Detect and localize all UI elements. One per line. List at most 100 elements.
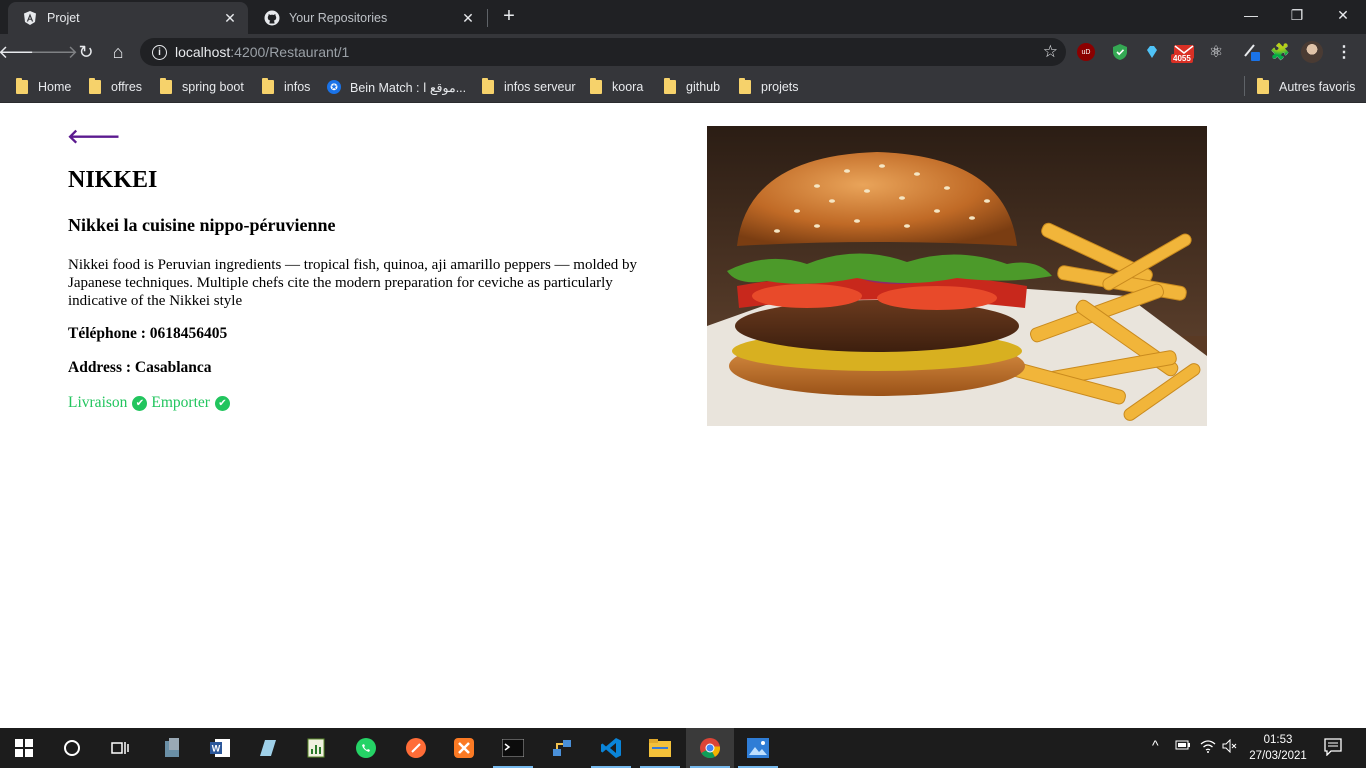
- bookmark-label: infos: [284, 80, 311, 94]
- ublock-icon[interactable]: uD: [1077, 43, 1095, 61]
- folder-icon: [1257, 78, 1269, 94]
- bookmark-offres[interactable]: offres: [89, 77, 142, 97]
- tab-your-repositories[interactable]: Your Repositories ✕: [250, 2, 486, 34]
- folder-icon: [664, 78, 676, 94]
- bookmark-label: koora: [612, 80, 644, 94]
- shield-icon[interactable]: [1109, 41, 1131, 63]
- browser-toolbar: 🡐 🡒 ↻ ⌂ i localhost:4200/Restaurant/1 ☆ …: [0, 34, 1366, 70]
- address-bar[interactable]: i localhost:4200/Restaurant/1 ☆: [140, 38, 1066, 66]
- tab-title: Your Repositories: [289, 11, 388, 25]
- chrome-icon[interactable]: [686, 728, 734, 768]
- bookmark-home[interactable]: Home: [16, 77, 71, 97]
- battery-icon[interactable]: [1175, 739, 1191, 754]
- terminal-icon[interactable]: [489, 728, 537, 768]
- back-arrow-icon[interactable]: 🡐: [67, 127, 121, 147]
- svg-text:W: W: [212, 744, 221, 754]
- tab-projet[interactable]: Projet ✕: [8, 2, 248, 34]
- bookmark-star-icon[interactable]: ☆: [1043, 42, 1058, 62]
- forward-arrow-icon[interactable]: 🡒: [30, 38, 78, 66]
- clock-date: 27/03/2021: [1249, 750, 1307, 762]
- service-livraison: Livraison: [68, 394, 128, 411]
- bookmark-label: projets: [761, 80, 799, 94]
- bookmarks-divider: [1244, 76, 1245, 96]
- extension-badge: 4055: [1171, 54, 1193, 63]
- restaurant-subtitle: Nikkei la cuisine nippo-péruvienne: [68, 215, 336, 235]
- search-circle-icon[interactable]: [48, 728, 96, 768]
- bookmark-github[interactable]: github: [664, 77, 720, 97]
- windows-start-icon[interactable]: [0, 728, 48, 768]
- xampp-icon[interactable]: [440, 728, 488, 768]
- reload-icon[interactable]: ↻: [72, 38, 100, 66]
- bookmarks-bar: Home offres spring boot infos ✪ Bein Matc…: [0, 70, 1366, 103]
- postman-icon[interactable]: [392, 728, 440, 768]
- bookmark-label: Bein Match : موقع ا...: [350, 80, 467, 95]
- photos-icon[interactable]: [734, 728, 782, 768]
- service-emporter: Emporter: [151, 394, 210, 411]
- restaurant-photo: [707, 126, 1207, 426]
- new-tab-plus-icon[interactable]: +: [497, 5, 521, 28]
- site-info-icon[interactable]: i: [152, 44, 167, 60]
- vscode-icon[interactable]: [587, 728, 635, 768]
- bookmark-koora[interactable]: koora: [590, 77, 643, 97]
- bookmark-label: Home: [38, 80, 72, 94]
- wifi-icon[interactable]: [1200, 739, 1216, 756]
- bookmark-infos-serveur[interactable]: infos serveur: [482, 77, 576, 97]
- chevron-up-icon[interactable]: ^: [1152, 737, 1159, 753]
- bookmark-autres-favoris[interactable]: Autres favoris: [1257, 77, 1355, 97]
- tab-divider: [487, 9, 488, 27]
- minimize-icon[interactable]: —: [1228, 0, 1274, 30]
- check-circle-icon: ✔: [214, 395, 230, 411]
- profile-avatar[interactable]: [1301, 41, 1323, 63]
- folder-icon: [482, 78, 494, 94]
- bookmark-spring-boot[interactable]: spring boot: [160, 77, 244, 97]
- color-picker-icon[interactable]: [1241, 41, 1263, 63]
- close-icon[interactable]: ✕: [222, 10, 238, 27]
- bookmark-label: infos serveur: [504, 80, 576, 94]
- restaurant-description: Nikkei food is Peruvian ingredients — tr…: [68, 257, 638, 309]
- bookmark-projets[interactable]: projets: [739, 77, 799, 97]
- close-icon[interactable]: ✕: [460, 10, 476, 27]
- speaker-muted-icon[interactable]: [1222, 738, 1238, 756]
- restore-icon[interactable]: ❐: [1274, 0, 1320, 30]
- folder-icon: [590, 78, 602, 94]
- restaurant-name: NIKKEI: [68, 167, 158, 193]
- bookmark-bein-match[interactable]: ✪ Bein Match : موقع ا...: [327, 77, 466, 97]
- restaurant-services: Livraison ✔ Emporter ✔: [68, 394, 234, 412]
- folder-icon: [89, 78, 101, 94]
- notes-app-icon[interactable]: [244, 728, 292, 768]
- bookmark-label: github: [686, 80, 721, 94]
- clock-time: 01:53: [1263, 734, 1293, 746]
- check-circle-icon: ✔: [132, 395, 148, 411]
- chart-app-icon[interactable]: [292, 728, 340, 768]
- home-icon[interactable]: ⌂: [104, 38, 132, 66]
- extensions-puzzle-icon[interactable]: 🧩: [1269, 41, 1291, 63]
- browser-tab-strip: Projet ✕ Your Repositories ✕ + — ❐ ✕: [0, 0, 1366, 34]
- github-icon: [264, 10, 280, 26]
- windows-taskbar: W ^ 01:53 27/03/2021: [0, 728, 1366, 768]
- bookmark-label: offres: [111, 80, 143, 94]
- restaurant-phone: Téléphone : 0618456405: [68, 325, 228, 342]
- url-path: :4200/Restaurant/1: [230, 44, 350, 60]
- word-icon[interactable]: W: [196, 728, 244, 768]
- url-host: localhost: [175, 44, 231, 60]
- file-explorer-icon[interactable]: [636, 728, 684, 768]
- react-devtools-icon[interactable]: ⚛: [1205, 41, 1227, 63]
- gem-icon[interactable]: [1141, 41, 1163, 63]
- whatsapp-icon[interactable]: [342, 728, 390, 768]
- network-app-icon[interactable]: [538, 728, 586, 768]
- window-close-icon[interactable]: ✕: [1320, 0, 1366, 30]
- bookmark-infos[interactable]: infos: [262, 77, 310, 97]
- tab-title: Projet: [47, 11, 80, 25]
- bookmark-label: spring boot: [182, 80, 244, 94]
- system-clock[interactable]: 01:53 27/03/2021: [1248, 732, 1308, 764]
- task-view-icon[interactable]: [96, 728, 144, 768]
- restaurant-detail-page: 🡐 NIKKEI Nikkei la cuisine nippo-péruvie…: [0, 103, 1366, 728]
- bookmark-label: Autres favoris: [1279, 80, 1356, 94]
- folder-icon: [16, 78, 28, 94]
- angular-icon: [24, 11, 36, 25]
- restaurant-address: Address : Casablanca: [68, 359, 212, 376]
- notifications-icon[interactable]: [1324, 738, 1342, 759]
- recycle-bin-icon[interactable]: [148, 728, 196, 768]
- site-icon: ✪: [327, 80, 341, 94]
- menu-kebab-icon[interactable]: ⋮: [1336, 42, 1352, 62]
